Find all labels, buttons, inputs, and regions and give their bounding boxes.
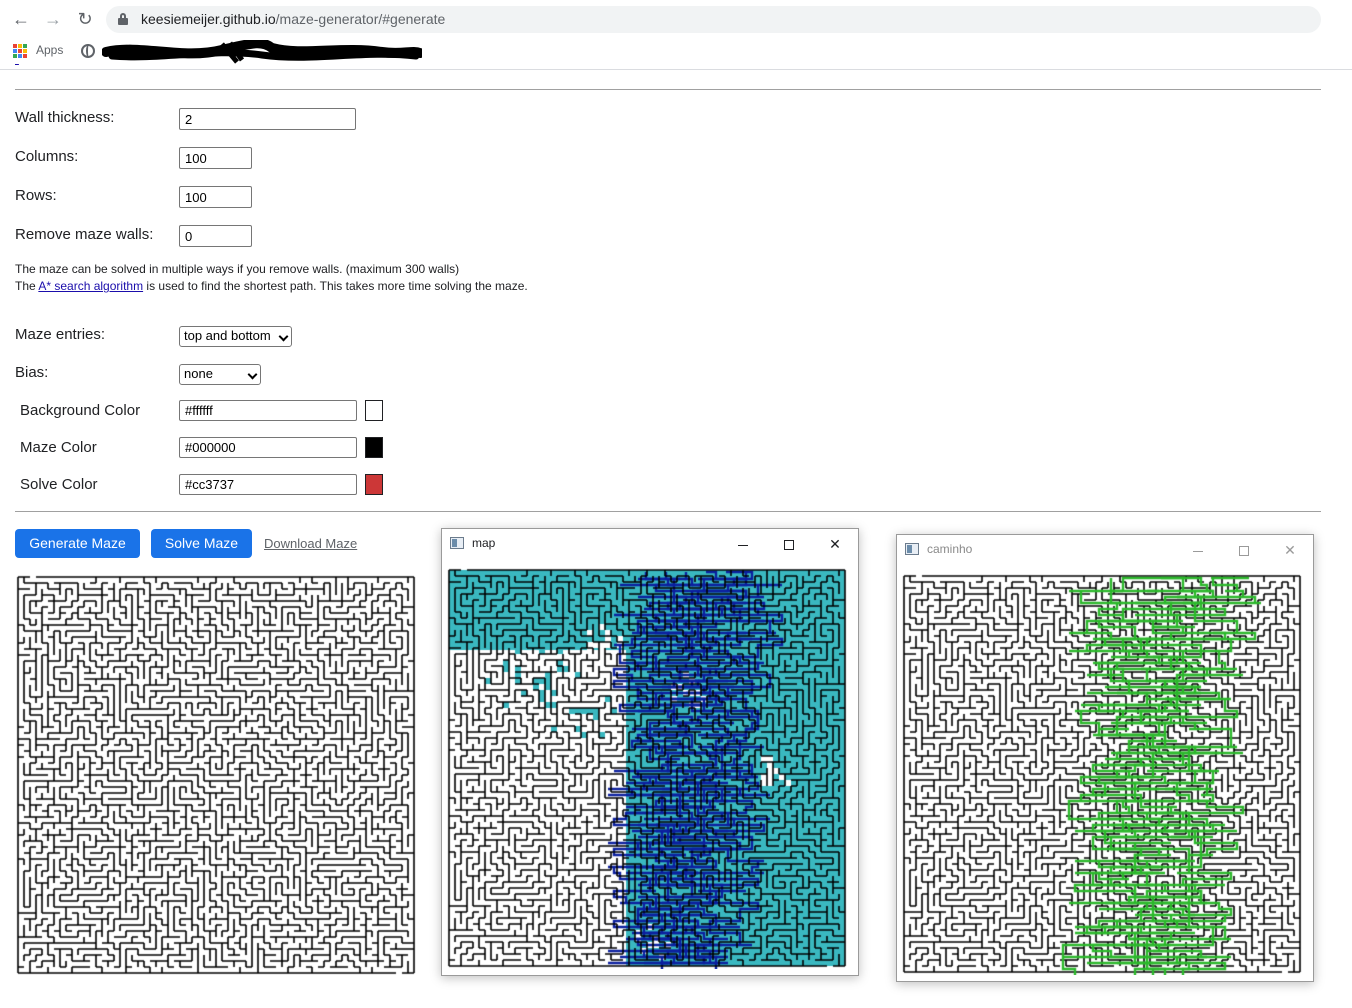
redaction-scribble: [102, 40, 422, 64]
background-color-swatch[interactable]: [365, 400, 383, 421]
caminho-window-title: caminho: [927, 542, 973, 556]
minimize-icon[interactable]: [1175, 535, 1221, 565]
close-icon[interactable]: ✕: [1267, 535, 1313, 565]
bias-value: none: [184, 366, 213, 381]
solve-color-swatch[interactable]: [365, 474, 383, 495]
close-icon[interactable]: ✕: [812, 529, 858, 559]
columns-label: Columns:: [15, 148, 79, 165]
lock-icon: [118, 13, 128, 25]
section-divider-top: [15, 89, 1321, 90]
url-text: keesiemeijer.github.io/maze-generator/#g…: [141, 11, 445, 27]
background-color-input[interactable]: [179, 400, 357, 421]
astar-note: The A* search algorithm is used to find …: [15, 279, 528, 293]
address-bar[interactable]: keesiemeijer.github.io/maze-generator/#g…: [106, 6, 1321, 33]
reload-icon[interactable]: ↻: [74, 8, 96, 30]
section-divider-bottom: [15, 511, 1321, 512]
solve-color-label: Solve Color: [20, 476, 98, 493]
wall-thickness-input[interactable]: [179, 108, 356, 130]
rows-input[interactable]: [179, 186, 252, 208]
maze-entries-select[interactable]: top and bottom: [179, 326, 292, 347]
solve-color-input[interactable]: [179, 474, 357, 495]
wall-thickness-label: Wall thickness:: [15, 109, 115, 126]
walls-note: The maze can be solved in multiple ways …: [15, 262, 460, 276]
bias-select[interactable]: none: [179, 364, 261, 385]
chevron-down-icon: [278, 331, 289, 342]
generate-maze-button[interactable]: Generate Maze: [15, 529, 140, 558]
astar-note-post: is used to find the shortest path. This …: [143, 279, 528, 293]
remove-walls-input[interactable]: [179, 225, 252, 247]
bias-label: Bias:: [15, 364, 49, 381]
map-window-title: map: [472, 536, 496, 550]
back-arrow-icon[interactable]: ←: [10, 8, 32, 30]
maze-color-label: Maze Color: [20, 439, 97, 456]
browser-chrome: ← → ↻ keesiemeijer.github.io/maze-genera…: [0, 0, 1352, 70]
chevron-down-icon: [247, 369, 258, 380]
background-color-label: Background Color: [20, 402, 141, 419]
remove-walls-label: Remove maze walls:: [15, 226, 154, 243]
forward-arrow-icon[interactable]: →: [42, 8, 64, 30]
minimize-icon[interactable]: [720, 529, 766, 559]
caminho-window[interactable]: caminho ✕: [896, 534, 1314, 982]
maze-canvas: [15, 574, 417, 976]
caminho-maze-canvas: [901, 573, 1303, 975]
maze-entries-value: top and bottom: [184, 328, 271, 343]
url-path: /maze-generator/#generate: [275, 11, 446, 27]
astar-note-pre: The: [15, 279, 39, 293]
maximize-icon[interactable]: [766, 529, 812, 559]
maze-color-swatch[interactable]: [365, 437, 383, 458]
bookmarks-bar: Apps: [0, 38, 1352, 66]
scrolled-link-fragment: [15, 56, 143, 70]
map-maze-canvas: [446, 567, 848, 969]
rows-label: Rows:: [15, 187, 57, 204]
maximize-icon[interactable]: [1221, 535, 1267, 565]
url-host: keesiemeijer.github.io: [141, 11, 276, 27]
solve-maze-button[interactable]: Solve Maze: [151, 529, 252, 558]
columns-input[interactable]: [179, 147, 252, 169]
caminho-window-titlebar[interactable]: caminho ✕: [897, 535, 1313, 565]
astar-link[interactable]: A* search algorithm: [38, 279, 143, 293]
maze-entries-label: Maze entries:: [15, 326, 106, 343]
apps-bookmark-label[interactable]: Apps: [36, 43, 63, 57]
window-app-icon: [905, 543, 919, 555]
map-window[interactable]: map ✕: [441, 528, 859, 976]
window-app-icon: [450, 537, 464, 549]
chrome-divider: [0, 69, 1352, 70]
maze-color-input[interactable]: [179, 437, 357, 458]
map-window-titlebar[interactable]: map ✕: [442, 529, 858, 559]
download-maze-link[interactable]: Download Maze: [264, 536, 357, 551]
